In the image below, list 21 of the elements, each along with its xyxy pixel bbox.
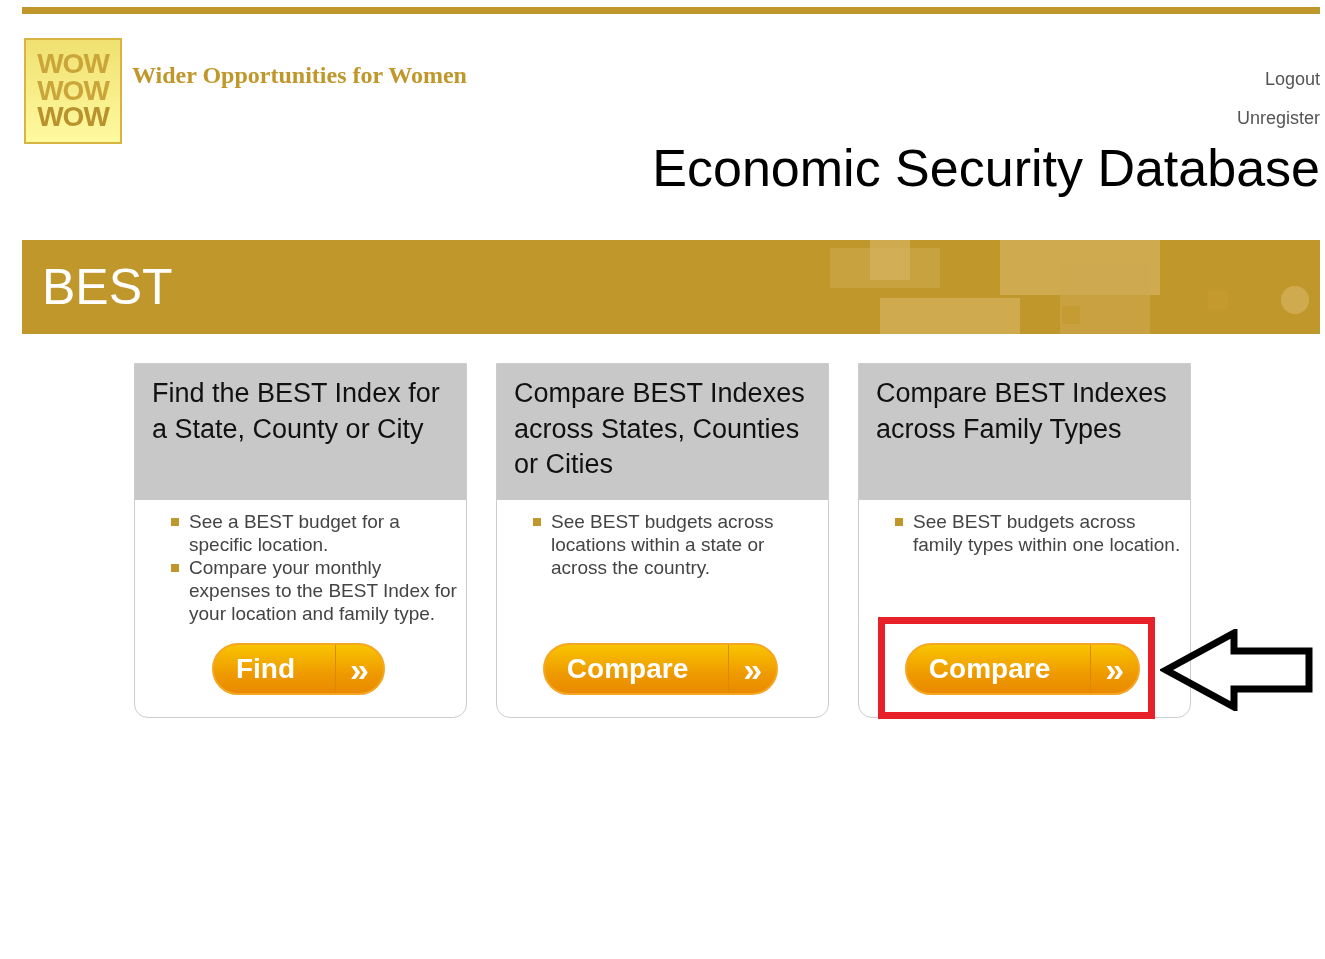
card-title: Compare BEST Indexes across Family Types: [859, 364, 1190, 500]
bullet-text: See BEST budgets across locations within a state or across the country.: [551, 510, 775, 579]
logo: WOW WOW WOW: [24, 38, 122, 144]
card-title: Find the BEST Index for a State, County or City: [135, 364, 466, 500]
bullet-icon: [171, 518, 179, 526]
action-button[interactable]: Compare »: [904, 643, 1141, 695]
card-title: Compare BEST Indexes across States, Counties or Cities: [497, 364, 828, 500]
banner-title: BEST: [42, 257, 173, 317]
bullet-icon: [895, 518, 903, 526]
header-link[interactable]: Logout: [1264, 66, 1320, 93]
header-link[interactable]: Unregister: [1236, 105, 1320, 132]
bullet-icon: [171, 564, 179, 572]
action-button[interactable]: Find »: [212, 643, 385, 695]
organization-name: Wider Opportunities for Women: [132, 61, 467, 90]
bullet-text: See BEST budgets across family types within one location.: [913, 510, 1182, 556]
bullet-text: See a BEST budget for a specific location.: [189, 510, 401, 556]
arrow-icon: [1160, 629, 1314, 711]
bullet-icon: [533, 518, 541, 526]
action-button[interactable]: Compare »: [542, 643, 779, 695]
bullet-text: Compare your monthly expenses to the BEST Index for your location and family type.: [189, 556, 458, 625]
page-title: Economic Security Database: [652, 140, 1320, 198]
